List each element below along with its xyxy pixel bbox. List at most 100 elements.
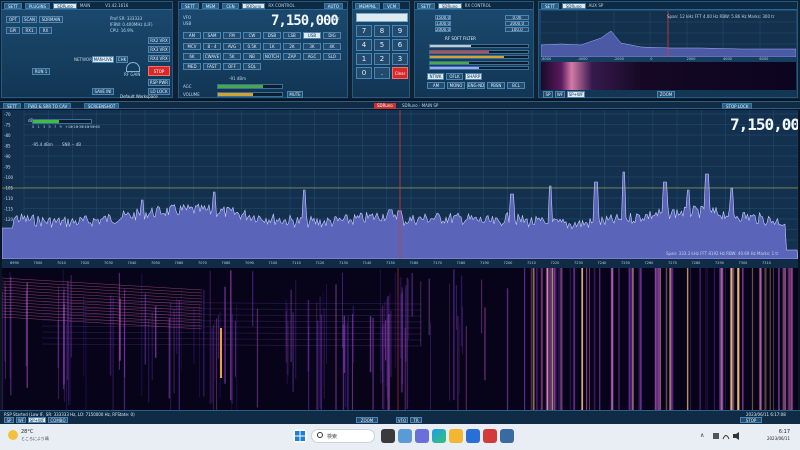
sdrmain-button[interactable]: SDRMAIN [39, 16, 63, 23]
filter-value-0[interactable]: 1500.0 [435, 15, 451, 20]
step-9-button[interactable]: CWAVE [203, 53, 221, 60]
mode-dsb-button[interactable]: DSB [263, 32, 281, 39]
vfo-frequency-display[interactable]: 7,150,000 [271, 13, 339, 29]
mode-cw-button[interactable]: CW [243, 32, 261, 39]
step-18-button[interactable]: OFF [223, 63, 241, 70]
teams-chat-icon[interactable] [415, 429, 429, 443]
main-sp-stop-button[interactable]: STOP [740, 417, 762, 423]
step-2-button[interactable]: AVG [223, 43, 241, 50]
vfo-button[interactable]: VFO [396, 417, 408, 423]
tab-mem[interactable]: MEM [201, 2, 220, 9]
waterfall-plot[interactable] [2, 268, 798, 410]
key-5-button[interactable]: 5 [374, 39, 390, 51]
key-1-button[interactable]: 1 [356, 53, 372, 65]
gpi-button[interactable]: GPI [6, 27, 20, 34]
file-explorer-icon[interactable] [449, 429, 463, 443]
mode-lsb-button[interactable]: LSB [283, 32, 301, 39]
step-0-button[interactable]: MCV [183, 43, 201, 50]
sp-wf-button[interactable]: SP+WF [28, 417, 46, 423]
tab-sett-rx[interactable]: SETT [181, 2, 199, 9]
step-16-button[interactable]: MED [183, 63, 201, 70]
key-4-button[interactable]: 4 [356, 39, 372, 51]
store-icon[interactable] [466, 429, 480, 443]
step-14-button[interactable]: AGC [303, 53, 321, 60]
mode-am-button[interactable]: AM [183, 32, 201, 39]
step-10-button[interactable]: 5K [223, 53, 241, 60]
volume-slider[interactable] [217, 92, 283, 97]
key-clear-button[interactable]: Clear [392, 67, 408, 79]
ntwk-mode-button[interactable]: MAN-UVE [92, 56, 114, 63]
edge-icon[interactable] [432, 429, 446, 443]
key-3-button[interactable]: 3 [392, 53, 408, 65]
filter-bar-4[interactable] [429, 66, 529, 70]
search-box[interactable]: 検索 [311, 429, 375, 443]
aux-waterfall[interactable] [541, 62, 796, 90]
step-15-button[interactable]: SLO [323, 53, 341, 60]
step-4-button[interactable]: 1K [263, 43, 281, 50]
ntwk-button[interactable]: NTWK [427, 73, 444, 80]
auto-button[interactable]: AUTO [323, 2, 343, 9]
sdruno-taskbar-icon[interactable] [500, 429, 514, 443]
opt-button[interactable]: OPT [6, 16, 20, 23]
filter-opt-1[interactable]: MONO [447, 82, 465, 89]
filter-value-r1[interactable]: 2000.0 [505, 21, 529, 26]
step-7-button[interactable]: 4K [323, 43, 341, 50]
rx1-button[interactable]: RX1 [22, 27, 37, 34]
filter-bar-2[interactable] [429, 55, 529, 59]
filter-opt-3[interactable]: PBSN [487, 82, 505, 89]
mode-sam-button[interactable]: SAM [203, 32, 221, 39]
widgets-icon[interactable] [398, 429, 412, 443]
filter-value-r0[interactable]: 0.00 [505, 15, 529, 20]
tab-cen[interactable]: CEN [222, 2, 239, 9]
step-11-button[interactable]: NB [243, 53, 261, 60]
filter-bar-3[interactable] [429, 60, 529, 65]
tab-sdruno-aux[interactable]: SDRuno [561, 2, 586, 9]
scan-button[interactable]: SCAN [22, 16, 37, 23]
filter-opt-0[interactable]: AM [427, 82, 445, 89]
mute-button[interactable]: MUTE [287, 91, 303, 98]
filter-value-1[interactable]: 1300.0 [435, 21, 451, 26]
step-19-button[interactable]: SQL [243, 63, 261, 70]
filter-opt-4[interactable]: BCL [507, 82, 525, 89]
key-7-button[interactable]: 7 [356, 25, 372, 37]
step-3-button[interactable]: 0.5K [243, 43, 261, 50]
tab-sdruno-rx[interactable]: SDRuno [241, 2, 266, 9]
sharp-button[interactable]: SHARP [465, 73, 482, 80]
task-view-icon[interactable] [381, 429, 395, 443]
key-6-button[interactable]: 6 [392, 39, 408, 51]
app-icon[interactable] [483, 429, 497, 443]
key-9-button[interactable]: 9 [392, 25, 408, 37]
stop-lock-button[interactable]: STOP LOCK [722, 103, 753, 109]
tab-sett-main[interactable]: SETT [3, 103, 21, 109]
zoom-button[interactable]: ZOOM [356, 417, 378, 423]
tray-chevron-icon[interactable]: ∧ [700, 432, 704, 439]
tab-sdruno-filter[interactable]: SDRuno [437, 2, 462, 9]
start-icon[interactable] [293, 429, 307, 443]
clock-time[interactable]: 6:17 [760, 429, 790, 435]
mode-usb-button[interactable]: USB [303, 32, 321, 39]
mode-dig-button[interactable]: DIG [323, 32, 341, 39]
aux-sp-button[interactable]: SP [543, 91, 553, 98]
stop-button[interactable]: STOP [148, 66, 170, 76]
rx2-button[interactable]: RX2 VRX [148, 37, 170, 44]
aux-wf-button[interactable]: WF [555, 91, 565, 98]
tab-plugins[interactable]: PLUGINS [24, 2, 51, 9]
weather-desc[interactable]: ところにより晴 [21, 436, 49, 442]
step-5-button[interactable]: 2K [283, 43, 301, 50]
filter-opt-2[interactable]: ENG-ND [467, 82, 485, 89]
filter-bar-1[interactable] [429, 49, 529, 54]
rx3-button[interactable]: RX3 VRX [148, 46, 170, 53]
main-frequency-display[interactable]: 7,150,000 [730, 115, 798, 134]
main-spectrum[interactable]: -70-75-80-85-90-95-100-105-110-115-120-1… [2, 110, 798, 259]
wf-button[interactable]: WF [16, 417, 26, 423]
weather-temp[interactable]: 28°C [21, 429, 33, 435]
rsp-pwr-button[interactable]: RSP PWR [148, 79, 170, 86]
step-17-button[interactable]: FAST [203, 63, 221, 70]
clock-date[interactable]: 2023/06/11 [752, 436, 790, 441]
system-tray-icons[interactable] [712, 431, 740, 441]
aux-spwf-button[interactable]: SP+WF [567, 91, 585, 98]
tab-sett-aux[interactable]: SETT [541, 2, 559, 9]
sp-button[interactable]: SP [4, 417, 14, 423]
rf-gain-dial-icon[interactable] [126, 62, 140, 72]
filter-bar-0[interactable] [429, 44, 529, 48]
